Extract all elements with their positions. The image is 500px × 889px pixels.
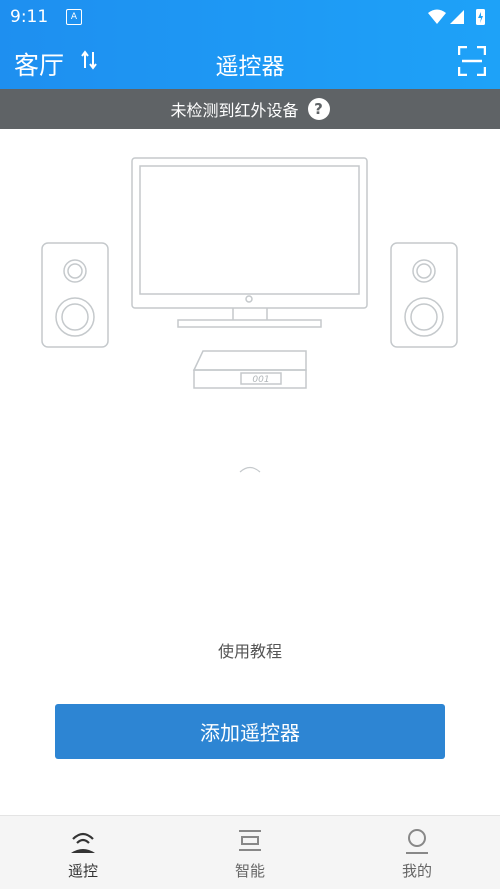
smart-device-icon [239,830,261,851]
wifi-icon [428,9,446,24]
loading-spinner-icon [239,466,261,473]
nav-tab-profile[interactable]: 我的 [334,816,500,889]
profile-icon [406,829,428,854]
no-ir-device-banner: 未检测到红外设备 ? [0,89,500,129]
page-title: 遥控器 [215,54,285,80]
nav-label-remote: 遥控 [67,862,98,880]
status-bar: 9:11 A [0,0,500,34]
signal-icon [450,10,464,24]
app-header: 9:11 A 客厅 遥控器 [0,0,500,89]
nav-label-smart: 智能 [234,862,265,880]
bottom-navigation: 遥控 智能 我的 [0,815,500,889]
nav-label-profile: 我的 [401,862,432,880]
right-speaker-icon [390,242,458,348]
banner-text: 未检测到红外设备 [170,101,299,120]
remote-icon [71,832,95,853]
add-remote-button[interactable]: 添加遥控器 [55,704,445,759]
nav-tab-smart[interactable]: 智能 [167,816,333,889]
nav-tab-remote[interactable]: 遥控 [0,816,166,889]
home-theater-illustration: 001 [41,157,458,389]
set-top-box-display: 001 [252,375,269,385]
system-icons [426,7,490,31]
scan-icon[interactable] [457,45,487,80]
notification-icon: A [66,9,82,25]
tv-icon [131,157,368,328]
tutorial-link[interactable]: 使用教程 [0,638,500,662]
left-speaker-icon [41,242,109,348]
help-icon[interactable]: ? [307,98,330,120]
status-time: 9:11 [10,7,49,27]
set-top-box-icon [192,350,307,389]
